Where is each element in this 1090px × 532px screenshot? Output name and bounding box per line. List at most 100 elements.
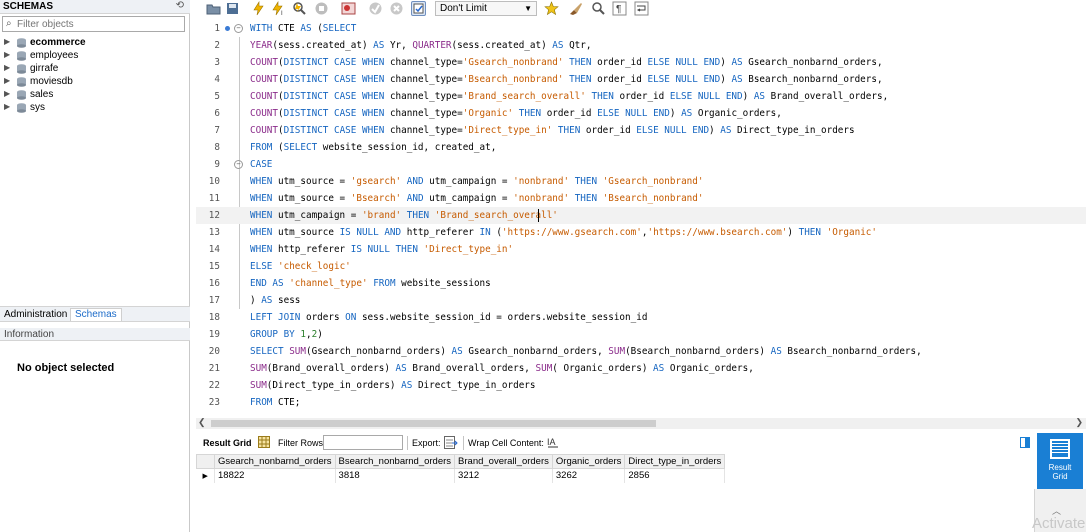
- invisible-chars-icon[interactable]: ¶: [612, 1, 627, 16]
- code-line[interactable]: 2 YEAR(sess.created_at) AS Yr, QUARTER(se…: [196, 37, 1086, 54]
- schema-name: sales: [30, 89, 54, 100]
- code-line[interactable]: 13 WHEN utm_source IS NULL AND http_refer…: [196, 224, 1086, 241]
- code-line[interactable]: 10 WHEN utm_source = 'gsearch' AND utm_ca…: [196, 173, 1086, 190]
- schema-item[interactable]: ▶ sys: [4, 102, 184, 115]
- filter-objects-box[interactable]: ⌕: [2, 16, 185, 32]
- export-icon[interactable]: [444, 436, 458, 452]
- filter-objects-input[interactable]: [17, 18, 182, 30]
- stop-icon[interactable]: [314, 1, 329, 16]
- table-body: ▶ 18822 3818 3212 3262 2856: [196, 468, 726, 483]
- beautify-star-icon[interactable]: [544, 1, 559, 16]
- limit-rows-select[interactable]: Don't Limit ▼: [435, 1, 537, 16]
- code-line[interactable]: 7 COUNT(DISTINCT CASE WHEN channel_type='…: [196, 122, 1086, 139]
- tab-administration[interactable]: Administration: [4, 309, 67, 320]
- editor-horizontal-scrollbar[interactable]: ❮ ❯: [196, 417, 1086, 429]
- scroll-left-icon[interactable]: ❮: [198, 417, 206, 428]
- code-line[interactable]: 5 COUNT(DISTINCT CASE WHEN channel_type='…: [196, 88, 1086, 105]
- beautify-brush-icon[interactable]: [568, 1, 583, 16]
- code-line[interactable]: 18 LEFT JOIN orders ON sess.website_sessi…: [196, 309, 1086, 326]
- expand-arrow-icon[interactable]: ▶: [4, 89, 10, 98]
- autocommit-icon[interactable]: [411, 1, 426, 16]
- column-header[interactable]: Direct_type_in_orders: [624, 454, 726, 469]
- row-pointer-icon[interactable]: ▶: [196, 468, 215, 483]
- code-text: END AS 'channel_type' FROM website_sessi…: [250, 278, 491, 289]
- open-folder-icon[interactable]: [206, 1, 221, 16]
- fold-toggle-icon[interactable]: −: [234, 24, 243, 33]
- execute-current-icon[interactable]: I: [271, 0, 286, 17]
- rollback-icon[interactable]: [389, 1, 404, 16]
- grid-layout-icon[interactable]: [258, 436, 270, 451]
- expand-arrow-icon[interactable]: ▶: [4, 50, 10, 59]
- column-header[interactable]: Bsearch_nonbarnd_orders: [334, 454, 456, 469]
- database-icon: [17, 90, 26, 100]
- table-cell[interactable]: 18822: [214, 468, 336, 483]
- code-line[interactable]: 11 WHEN utm_source = 'Bsearch' AND utm_ca…: [196, 190, 1086, 207]
- line-number: 14: [208, 244, 220, 255]
- toggle-panel-icon[interactable]: [1020, 437, 1030, 448]
- line-number: 10: [208, 176, 220, 187]
- schema-item[interactable]: ▶ sales: [4, 89, 184, 102]
- toggle-errors-icon[interactable]: [341, 1, 356, 16]
- code-line[interactable]: 8 FROM (SELECT website_session_id, create…: [196, 139, 1086, 156]
- code-line[interactable]: 22 SUM(Direct_type_in_orders) AS Direct_t…: [196, 377, 1086, 394]
- schema-item[interactable]: ▶ employees: [4, 50, 184, 63]
- filter-rows-input[interactable]: [323, 435, 403, 450]
- code-line[interactable]: 17) AS sess: [196, 292, 1086, 309]
- fold-toggle-icon[interactable]: −: [234, 160, 243, 169]
- code-line[interactable]: 16 END AS 'channel_type' FROM website_ses…: [196, 275, 1086, 292]
- schema-item[interactable]: ▶ girrafe: [4, 63, 184, 76]
- schemas-header: SCHEMAS ⟲: [0, 0, 190, 14]
- code-line[interactable]: 6 COUNT(DISTINCT CASE WHEN channel_type='…: [196, 105, 1086, 122]
- code-text: COUNT(DISTINCT CASE WHEN channel_type='D…: [250, 125, 855, 136]
- chevron-down-icon: ▼: [524, 4, 532, 13]
- line-number: 12: [208, 210, 220, 221]
- code-text: ) AS sess: [250, 295, 301, 306]
- code-line[interactable]: 4 COUNT(DISTINCT CASE WHEN channel_type='…: [196, 71, 1086, 88]
- code-line[interactable]: 12 WHEN utm_campaign = 'brand' THEN 'Bran…: [196, 207, 1086, 224]
- table-cell[interactable]: 3262: [552, 468, 626, 483]
- explain-icon[interactable]: [292, 1, 307, 16]
- code-line[interactable]: 19 GROUP BY 1,2): [196, 326, 1086, 343]
- table-row[interactable]: ▶ 18822 3818 3212 3262 2856: [196, 468, 726, 483]
- code-line[interactable]: 21 SUM(Brand_overall_orders) AS Brand_ove…: [196, 360, 1086, 377]
- code-line[interactable]: 1 − WITH CTE AS (SELECT: [196, 20, 1086, 37]
- result-grid-label[interactable]: Result Grid: [203, 438, 252, 448]
- expand-arrow-icon[interactable]: ▶: [4, 37, 10, 46]
- column-header[interactable]: Brand_overall_orders: [454, 454, 553, 469]
- scrollbar-thumb[interactable]: [211, 420, 656, 427]
- find-icon[interactable]: [591, 1, 606, 16]
- tab-schemas[interactable]: Schemas: [70, 308, 122, 321]
- schema-item[interactable]: ▶ ecommerce: [4, 37, 184, 50]
- activate-watermark: Activate: [1032, 515, 1086, 532]
- code-text: COUNT(DISTINCT CASE WHEN channel_type='O…: [250, 108, 782, 119]
- sql-editor[interactable]: 1− WITH CTE AS (SELECT 2 YEAR(sess.created_…: [196, 20, 1086, 418]
- expand-arrow-icon[interactable]: ▶: [4, 102, 10, 111]
- code-line[interactable]: 14 WHEN http_referer IS NULL THEN 'Direct…: [196, 241, 1086, 258]
- schema-item[interactable]: ▶ moviesdb: [4, 76, 184, 89]
- code-text: SUM(Direct_type_in_orders) AS Direct_typ…: [250, 380, 536, 391]
- code-line[interactable]: 23 FROM CTE;: [196, 394, 1086, 411]
- column-header[interactable]: Gsearch_nonbarnd_orders: [214, 454, 336, 469]
- result-grid-side-button[interactable]: Result Grid: [1037, 433, 1083, 489]
- wrap-cell-icon[interactable]: IA: [547, 436, 559, 451]
- code-line[interactable]: 3 COUNT(DISTINCT CASE WHEN channel_type='…: [196, 54, 1086, 71]
- scroll-right-icon[interactable]: ❯: [1075, 417, 1083, 428]
- code-line[interactable]: 15 ELSE 'check_logic': [196, 258, 1086, 275]
- expand-arrow-icon[interactable]: ▶: [4, 76, 10, 85]
- wrap-lines-icon[interactable]: [634, 1, 649, 16]
- code-line[interactable]: 20 SELECT SUM(Gsearch_nonbarnd_orders) AS…: [196, 343, 1086, 360]
- column-header[interactable]: Organic_orders: [551, 454, 626, 469]
- execute-icon[interactable]: [251, 0, 266, 16]
- code-text: FROM CTE;: [250, 397, 301, 408]
- expand-arrow-icon[interactable]: ▶: [4, 63, 10, 72]
- table-cell[interactable]: 3818: [335, 468, 456, 483]
- table-cell[interactable]: 2856: [624, 468, 726, 483]
- code-line[interactable]: 9 − CASE: [196, 156, 1086, 173]
- save-icon[interactable]: [225, 1, 240, 16]
- table-cell[interactable]: 3212: [454, 468, 553, 483]
- text-cursor: [538, 209, 539, 222]
- schema-name: sys: [30, 102, 45, 113]
- refresh-icon[interactable]: ⟲: [176, 0, 184, 11]
- limit-value: Don't Limit: [440, 3, 487, 14]
- commit-icon[interactable]: [368, 1, 383, 16]
